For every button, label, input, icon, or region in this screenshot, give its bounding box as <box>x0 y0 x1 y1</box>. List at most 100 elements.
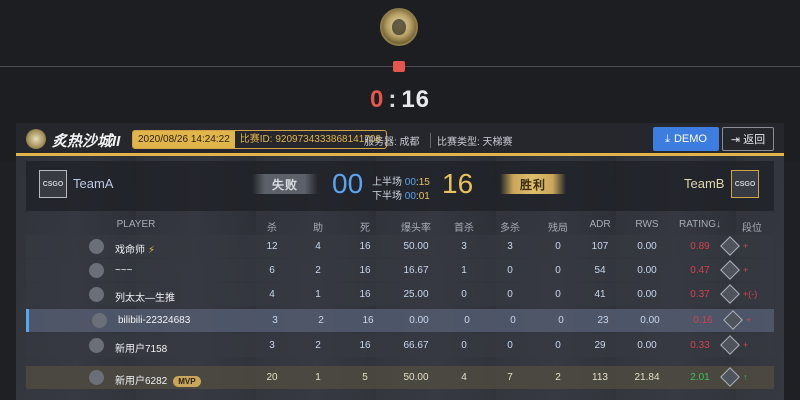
cell-rws: 0.00 <box>637 241 657 252</box>
cell-adr: 41 <box>594 289 606 300</box>
cell-rws: 0.00 <box>640 315 660 326</box>
cell-first-kills: 3 <box>461 241 467 252</box>
round-marker[interactable] <box>393 61 405 72</box>
header-clutches: 残局 <box>548 223 568 234</box>
cell-adr: 54 <box>594 265 606 276</box>
player-name[interactable]: 新用户7158 <box>115 340 167 355</box>
player-name-text: 新用户7158 <box>115 344 168 355</box>
half-label: 下半场 <box>372 191 402 202</box>
cell-clutches: 0 <box>555 241 561 252</box>
team-b-result-badge: 胜利 <box>500 174 566 194</box>
cell-deaths: 16 <box>362 315 374 326</box>
team-b-name: TeamB <box>684 176 725 191</box>
match-date: 2020/08/26 14:24:22 <box>133 131 235 148</box>
score-separator: : <box>388 86 398 113</box>
header-first-kills: 首杀 <box>454 223 474 234</box>
cell-kills: 6 <box>269 265 275 276</box>
first-half-score: 上半场 00:15 <box>372 173 430 188</box>
player-name[interactable]: 新用户6282 MVP <box>115 372 201 387</box>
header-player: PLAYER <box>116 219 156 230</box>
table-row[interactable]: 戏命师 ⚡ 12 4 16 50.00 3 3 0 107 0.00 0.89 + <box>26 235 774 258</box>
player-name[interactable]: 列太太—生推 <box>115 289 175 304</box>
cell-clutches: 0 <box>555 265 561 276</box>
avatar[interactable] <box>89 370 104 385</box>
cell-rating: 0.33 <box>690 340 710 351</box>
avatar[interactable] <box>89 287 104 302</box>
cell-assists: 1 <box>315 372 321 383</box>
avatar[interactable] <box>89 338 104 353</box>
cell-multi-kills: 3 <box>507 241 513 252</box>
cell-adr: 107 <box>591 241 609 252</box>
cell-deaths: 16 <box>359 241 371 252</box>
avatar[interactable] <box>89 263 104 278</box>
cell-rating: 0.89 <box>690 241 710 252</box>
demo-download-button[interactable]: ⤓ DEMO <box>653 127 719 151</box>
rank-change: + <box>743 241 749 251</box>
player-name-text: 列太太—生推 <box>115 293 175 304</box>
table-row[interactable]: 列太太—生推 4 1 16 25.00 0 0 0 41 0.00 0.37 +(-) <box>26 283 774 306</box>
player-name[interactable]: ~~~ <box>115 265 133 276</box>
rank-diamond-icon <box>720 236 740 256</box>
header-deaths: 死 <box>360 223 370 234</box>
cell-multi-kills: 0 <box>507 289 513 300</box>
table-row[interactable]: bilibili-22324683 3 2 16 0.00 0 0 0 23 0.00 0.16 + <box>26 309 774 332</box>
table-row[interactable]: ~~~ 6 2 16 16.67 1 0 0 54 0.00 0.47 + <box>26 259 774 282</box>
score-win: 16 <box>401 86 431 113</box>
cell-rws: 0.00 <box>637 289 657 300</box>
team-score-bar: CSGO TeamA 失败 00 上半场 00:15 下半场 00:01 16 … <box>26 161 774 211</box>
rank-change: + <box>746 315 752 325</box>
map-logo-icon <box>26 129 46 149</box>
cell-assists: 2 <box>315 265 321 276</box>
cell-rating: 0.37 <box>690 289 710 300</box>
team-a-name: TeamA <box>73 176 114 191</box>
rank-diamond-icon <box>720 284 740 304</box>
cell-clutches: 0 <box>558 315 564 326</box>
cell-deaths: 5 <box>362 372 368 383</box>
back-label: 返回 <box>743 134 766 146</box>
cell-headshot-rate: 16.67 <box>403 265 429 276</box>
cell-kills: 4 <box>269 289 275 300</box>
header-headshot-rate: 爆头率 <box>401 223 431 234</box>
cell-clutches: 0 <box>555 340 561 351</box>
table-row[interactable]: 新用户7158 3 2 16 66.67 0 0 0 29 0.00 0.33 + <box>26 334 774 357</box>
rank-change: + <box>743 265 749 275</box>
header-rws: RWS <box>635 219 659 230</box>
team-a-result-badge: 失败 <box>252 174 318 194</box>
avatar[interactable] <box>92 313 107 328</box>
cell-rws: 0.00 <box>637 340 657 351</box>
cell-rws: 21.84 <box>634 372 660 383</box>
player-name-text: bilibili-22324683 <box>118 315 191 326</box>
stats-table-header: PLAYER 杀 助 死 爆头率 首杀 多杀 残局 ADR RWS RATING↓ 段位 <box>26 213 774 235</box>
cell-kills: 20 <box>266 372 278 383</box>
cell-rating: 0.47 <box>690 265 710 276</box>
back-button[interactable]: ⇥ 返回 <box>722 127 774 151</box>
rank-diamond-icon <box>720 367 740 387</box>
header-assists: 助 <box>313 223 323 234</box>
demo-label: DEMO <box>673 133 707 145</box>
cell-assists: 2 <box>315 340 321 351</box>
rank-change: ↑ <box>743 372 748 382</box>
cell-first-kills: 0 <box>461 340 467 351</box>
rank-change: +(-) <box>743 289 758 299</box>
cell-assists: 1 <box>315 289 321 300</box>
cell-deaths: 16 <box>359 289 371 300</box>
player-name-text: 戏命师 <box>115 245 145 256</box>
match-type: 比赛类型: 天梯赛 <box>430 133 513 148</box>
header-rating[interactable]: RATING↓ <box>674 219 726 230</box>
cell-assists: 2 <box>318 315 324 326</box>
player-name[interactable]: bilibili-22324683 <box>118 315 190 326</box>
player-name[interactable]: 戏命师 ⚡ <box>115 241 155 256</box>
half-score-a: 00 <box>404 191 416 202</box>
cell-headshot-rate: 25.00 <box>403 289 429 300</box>
map-emblem-icon <box>380 8 418 46</box>
cell-adr: 29 <box>594 340 606 351</box>
cell-rws: 0.00 <box>637 265 657 276</box>
cell-deaths: 16 <box>359 265 371 276</box>
cell-clutches: 2 <box>555 372 561 383</box>
cell-rating: 0.16 <box>693 315 713 326</box>
half-score-b: 01 <box>418 191 430 202</box>
table-row[interactable]: 新用户6282 MVP 20 1 5 50.00 4 7 2 113 21.84 2.01 ↑ <box>26 366 774 389</box>
avatar[interactable] <box>89 239 104 254</box>
second-half-score: 下半场 00:01 <box>372 187 430 202</box>
team-b-logo: CSGO <box>731 170 759 198</box>
